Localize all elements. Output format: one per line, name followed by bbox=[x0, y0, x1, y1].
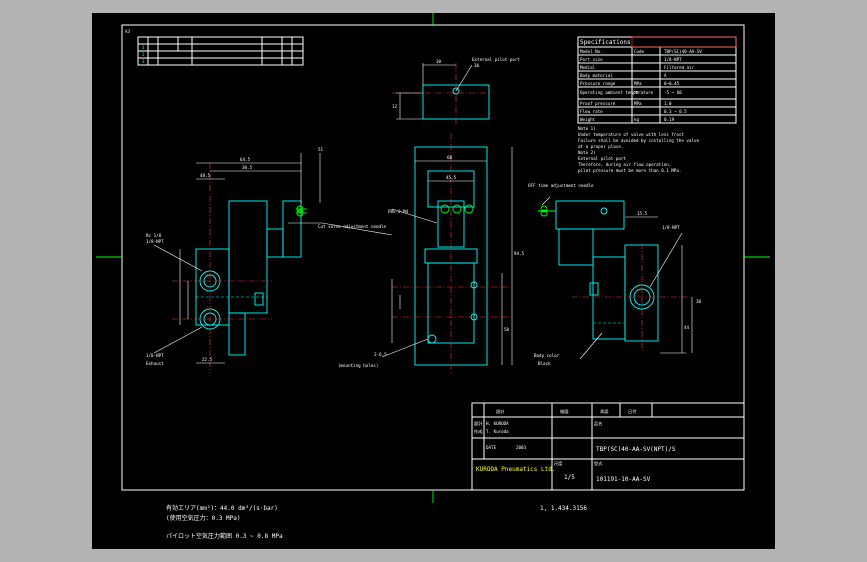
title-date-label: DATE bbox=[486, 445, 497, 450]
spec-note-2: at a proper place. bbox=[578, 144, 623, 149]
title-field-label-3: 型式 bbox=[594, 460, 603, 466]
spec-table: Specifications Model No. Code TBP(SC)40-… bbox=[577, 36, 737, 173]
title-field-label-0: 設計 bbox=[474, 420, 482, 427]
top-dim-height: 12 bbox=[392, 104, 398, 109]
right-label-2: Body color bbox=[534, 353, 560, 358]
right-dim-1: 30 bbox=[696, 299, 702, 304]
left-dim-4: 51 bbox=[318, 147, 324, 152]
spec-unit-4: MPa bbox=[634, 81, 642, 86]
drawing-sheet: .frame { stroke:#ffffff; fill:none; stro… bbox=[92, 13, 775, 549]
title-header-0: 設計 bbox=[496, 408, 504, 415]
spec-note-5: Therefore, during air flow operation, bbox=[578, 162, 671, 167]
sheet-size-mark: A3 bbox=[125, 29, 131, 34]
spec-note-1: Failure shall be avoided by installing t… bbox=[578, 138, 699, 143]
spec-item-5: Operating ambient temperature bbox=[580, 90, 654, 95]
top-dim-width: 30 bbox=[436, 59, 442, 64]
spec-note-4: External pilot port bbox=[578, 156, 626, 161]
title-block: 設計 検図 承認 日付 設計 H. KURODA 作成 T. Kuroda 品名… bbox=[471, 402, 745, 491]
spec-note-0: Under temperature of valve with less fro… bbox=[578, 132, 684, 137]
spec-value-7: 0.3 ~ 0.5 bbox=[664, 109, 687, 114]
spec-value-1: 1/8-NPT bbox=[664, 57, 682, 62]
left-dim-3: 22.5 bbox=[202, 357, 213, 362]
front-view: 60 45.5 94.5 50 2-6.5 PBS-2-M4 (mounting… bbox=[338, 133, 525, 373]
revision-row-2: 2 bbox=[142, 52, 145, 57]
right-dim-2: 44 bbox=[684, 325, 690, 330]
spec-item-8: Weight bbox=[580, 117, 596, 122]
title-field-label-1: 作成 bbox=[474, 428, 482, 435]
company-name: KURODA Pneumatics Ltd. bbox=[476, 466, 555, 473]
spec-note-6: pilot pressure must be more than 0.1 MPa… bbox=[578, 168, 681, 173]
revision-row-1: 1 bbox=[142, 45, 145, 50]
front-dim-4: 2-6.5 bbox=[374, 352, 387, 357]
right-dim-0: 15.5 bbox=[637, 211, 648, 216]
left-dim-2: 48.5 bbox=[200, 173, 211, 178]
spec-item-1: Port size bbox=[580, 57, 603, 62]
right-label-3: Black bbox=[538, 361, 551, 366]
spec-item-7: Flow rate bbox=[580, 109, 603, 114]
right-view: 15.5 30 44 OFF time adjustment needle 1/… bbox=[528, 183, 702, 366]
front-label-0: PBS-2-M4 bbox=[388, 209, 409, 214]
title-field-value-2: TBP(SC)40-AA-SV(NPT)/S bbox=[596, 446, 676, 453]
note-line-2: (使用空気圧力：0.3 MPa) bbox=[166, 514, 241, 522]
title-header-3: 日付 bbox=[628, 408, 636, 415]
note-line-3: パイロット空気圧力範囲 0.3 ~ 0.8 MPa bbox=[166, 532, 283, 540]
left-label-0: Rc 1/8 bbox=[146, 233, 162, 238]
drawing-number: 1, 1.434.3156 bbox=[540, 505, 587, 512]
revision-row-3: 3 bbox=[142, 59, 145, 64]
spec-unit-6: MPa bbox=[634, 101, 642, 106]
title-field-value-0: H. KURODA bbox=[486, 421, 509, 426]
spec-notes-label: Note 1) bbox=[578, 126, 596, 131]
right-label-1: 1/8-NPT bbox=[662, 225, 680, 230]
spec-item-6: Proof pressure bbox=[580, 101, 616, 106]
front-dim-0: 60 bbox=[447, 155, 453, 160]
left-dim-1: 30.5 bbox=[242, 165, 253, 170]
spec-value-2: Filtered air bbox=[664, 65, 695, 70]
spec-value-4: 0~0.45 bbox=[664, 81, 680, 86]
spec-item-3: Body material bbox=[580, 73, 613, 78]
front-dim-3: 50 bbox=[504, 327, 510, 332]
spec-item-2: Medial bbox=[580, 65, 596, 70]
title-header-1: 検図 bbox=[560, 408, 568, 415]
revision-table: 1 2 3 bbox=[137, 36, 304, 66]
front-dim-2: 94.5 bbox=[514, 251, 525, 256]
spec-value-0: TBP(SC)40-AA-SV bbox=[664, 49, 702, 54]
top-port-label: External pilot port bbox=[472, 57, 520, 62]
left-dim-0: 64.5 bbox=[240, 157, 251, 162]
spec-item-0: Model No. bbox=[580, 49, 603, 54]
left-label-3: Exhaust bbox=[146, 361, 164, 366]
title-field-value-1: T. Kuroda bbox=[486, 429, 509, 434]
left-label-2: 1/8-NPT bbox=[146, 353, 164, 358]
top-view: 30 12 External pilot port 30 bbox=[392, 57, 520, 125]
spec-title: Specifications bbox=[580, 39, 631, 46]
title-date-value: 2003 bbox=[516, 445, 527, 450]
spec-note-3: Note 2) bbox=[578, 150, 596, 155]
title-header-2: 承認 bbox=[600, 408, 609, 415]
spec-unit-8: kg bbox=[634, 117, 640, 122]
title-field-value-4: 1/5 bbox=[564, 474, 575, 481]
spec-value-6: 1.0 bbox=[664, 101, 672, 106]
top-port-callout: 30 bbox=[474, 63, 480, 68]
front-label-1: (mounting holes) bbox=[338, 363, 378, 368]
spec-value-5: -5 ~ 60 bbox=[664, 90, 682, 95]
left-view: 64.5 30.5 48.5 22.5 51 Rc 1/8 1/8-NPT 1/… bbox=[146, 147, 393, 373]
spec-unit-5: ℃ bbox=[634, 90, 639, 95]
spec-value-3: A bbox=[664, 73, 667, 78]
front-dim-1: 45.5 bbox=[446, 175, 457, 180]
spec-value-8: 0.19 bbox=[664, 117, 675, 122]
cad-drawing: .frame { stroke:#ffffff; fill:none; stro… bbox=[96, 13, 770, 540]
left-label-1: 1/8-NPT bbox=[146, 239, 164, 244]
title-field-value-3: 101191-10-AA-SV bbox=[596, 476, 651, 483]
note-line-1: 有効エリア(mm²)：44.0 dm³/(s·bar) bbox=[166, 504, 278, 512]
left-label-4: Cut valve adjustment needle bbox=[318, 224, 387, 229]
right-label-0: OFF time adjustment needle bbox=[528, 183, 594, 188]
spec-item-4: Pressure range bbox=[580, 81, 616, 86]
title-field-label-2: 品名 bbox=[594, 420, 602, 427]
spec-unit-0: Code bbox=[634, 49, 645, 54]
